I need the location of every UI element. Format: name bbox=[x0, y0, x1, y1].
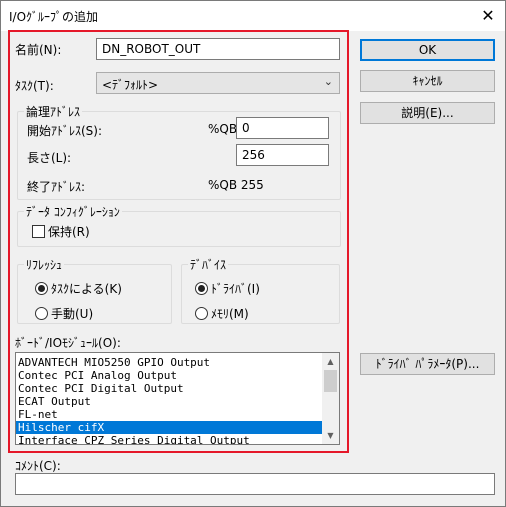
comment-label: ｺﾒﾝﾄ(C): bbox=[15, 459, 61, 473]
radio-unselected-icon[interactable] bbox=[35, 307, 48, 320]
task-combobox[interactable]: <ﾃﾞﾌｫﾙﾄ> ⌄ bbox=[96, 72, 340, 94]
device-driver-label: ﾄﾞﾗｲﾊﾞ(I) bbox=[211, 282, 260, 296]
device-group-title: ﾃﾞﾊﾞｲｽ bbox=[188, 256, 229, 273]
logical-address-group-title: 論理ｱﾄﾞﾚｽ bbox=[24, 103, 83, 120]
board-module-items: ADVANTECH MIO5250 GPIO Output Contec PCI… bbox=[16, 356, 323, 444]
list-item[interactable]: Interface CPZ Series Digital Output bbox=[16, 434, 323, 444]
scroll-up-icon[interactable]: ▲ bbox=[322, 353, 339, 370]
board-module-label: ﾎﾞｰﾄﾞ/IOﾓｼﾞｭｰﾙ(O): bbox=[15, 336, 121, 350]
start-address-input[interactable] bbox=[236, 117, 329, 139]
radio-unselected-icon[interactable] bbox=[195, 307, 208, 320]
end-address-label: 終了ｱﾄﾞﾚｽ: bbox=[27, 180, 86, 194]
list-item[interactable]: FL-net bbox=[16, 408, 323, 421]
add-io-group-dialog: I/Oｸﾞﾙｰﾌﾟの追加 ✕ 名前(N): ﾀｽｸ(T): <ﾃﾞﾌｫﾙﾄ> ⌄… bbox=[0, 0, 506, 507]
scroll-down-icon[interactable]: ▼ bbox=[322, 427, 339, 444]
refresh-by-task-label: ﾀｽｸによる(K) bbox=[51, 282, 122, 296]
list-item[interactable]: Contec PCI Digital Output bbox=[16, 382, 323, 395]
name-input[interactable] bbox=[96, 38, 340, 60]
scroll-thumb[interactable] bbox=[324, 370, 337, 392]
cancel-button[interactable]: ｷｬﾝｾﾙ bbox=[360, 70, 495, 92]
list-item[interactable]: ECAT Output bbox=[16, 395, 323, 408]
description-button[interactable]: 説明(E)... bbox=[360, 102, 495, 124]
hold-checkbox-row[interactable]: 保持(R) bbox=[32, 223, 90, 240]
list-item-selected[interactable]: Hilscher cifX bbox=[16, 421, 323, 434]
start-address-prefix: %QB bbox=[208, 122, 238, 136]
board-module-listbox[interactable]: ADVANTECH MIO5250 GPIO Output Contec PCI… bbox=[15, 352, 340, 445]
radio-selected-icon[interactable] bbox=[35, 282, 48, 295]
task-combobox-value: <ﾃﾞﾌｫﾙﾄ> bbox=[102, 78, 159, 92]
name-label: 名前(N): bbox=[15, 43, 62, 57]
driver-parameters-button[interactable]: ﾄﾞﾗｲﾊﾞ ﾊﾟﾗﾒｰﾀ(P)... bbox=[360, 353, 495, 375]
data-configuration-group-title: ﾃﾞｰﾀ ｺﾝﾌｨｸﾞﾚｰｼｮﾝ bbox=[24, 203, 122, 220]
refresh-manual-label: 手動(U) bbox=[51, 307, 94, 321]
comment-input[interactable] bbox=[15, 473, 495, 495]
chevron-down-icon: ⌄ bbox=[323, 75, 333, 88]
refresh-by-task-radio[interactable]: ﾀｽｸによる(K) bbox=[35, 280, 122, 297]
device-memory-radio[interactable]: ﾒﾓﾘ(M) bbox=[195, 305, 249, 322]
device-driver-radio[interactable]: ﾄﾞﾗｲﾊﾞ(I) bbox=[195, 280, 260, 297]
hold-checkbox[interactable] bbox=[32, 225, 45, 238]
refresh-group-title: ﾘﾌﾚｯｼｭ bbox=[24, 256, 65, 273]
radio-selected-icon[interactable] bbox=[195, 282, 208, 295]
length-input[interactable] bbox=[236, 144, 329, 166]
list-item[interactable]: ADVANTECH MIO5250 GPIO Output bbox=[16, 356, 323, 369]
hold-checkbox-label: 保持(R) bbox=[48, 225, 90, 239]
list-item[interactable]: Contec PCI Analog Output bbox=[16, 369, 323, 382]
task-label: ﾀｽｸ(T): bbox=[15, 79, 54, 93]
list-scrollbar[interactable]: ▲ ▼ bbox=[322, 353, 339, 444]
end-address-value: %QB 255 bbox=[208, 178, 264, 192]
close-icon[interactable]: ✕ bbox=[471, 1, 505, 31]
title-bar: I/Oｸﾞﾙｰﾌﾟの追加 ✕ bbox=[1, 1, 505, 31]
refresh-manual-radio[interactable]: 手動(U) bbox=[35, 305, 93, 322]
length-label: 長さ(L): bbox=[27, 151, 72, 165]
window-title: I/Oｸﾞﾙｰﾌﾟの追加 bbox=[9, 10, 99, 24]
device-memory-label: ﾒﾓﾘ(M) bbox=[211, 307, 249, 321]
start-address-label: 開始ｱﾄﾞﾚｽ(S): bbox=[27, 124, 103, 138]
ok-button[interactable]: OK bbox=[360, 39, 495, 61]
